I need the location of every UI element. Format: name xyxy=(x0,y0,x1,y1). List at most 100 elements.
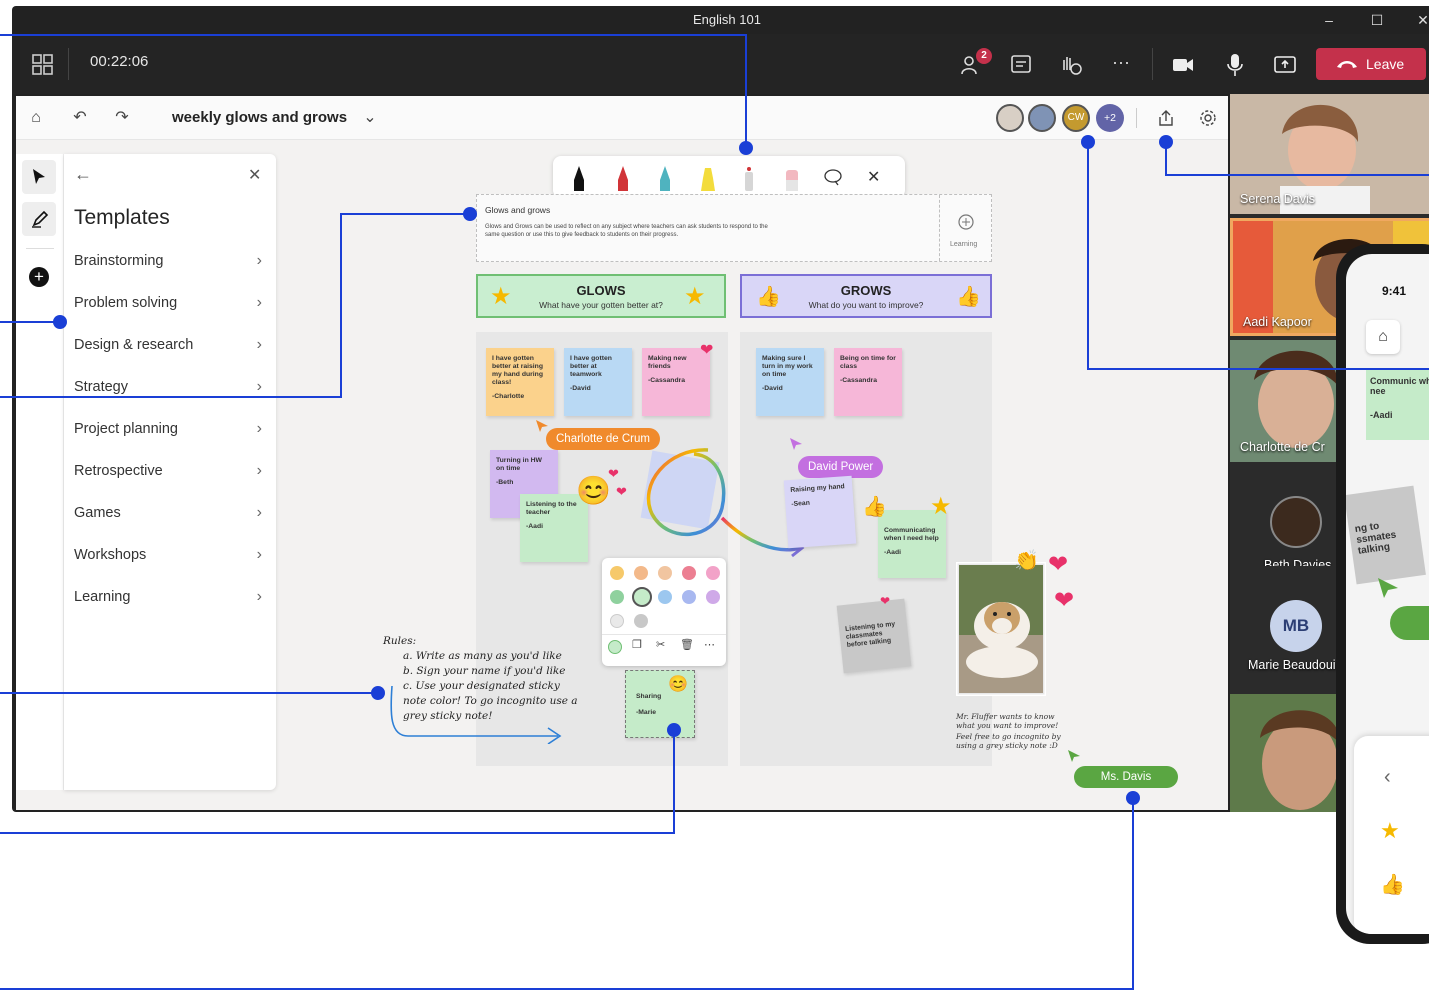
whiteboard-canvas[interactable]: ⌂ ↶ ↷ weekly glows and grows ⌄ CW +2 + ←… xyxy=(16,96,1228,810)
delete-icon[interactable]: 🗑 xyxy=(680,638,694,651)
sticky-note[interactable]: Listening to my classmates before talkin… xyxy=(836,598,912,674)
phone-sticky-note[interactable]: ng to ssmates talking xyxy=(1346,485,1426,585)
more-participants-badge[interactable]: +2 xyxy=(1096,104,1124,132)
phone-home-icon[interactable]: ⌂ xyxy=(1366,320,1400,354)
close-panel-icon[interactable]: ✕ xyxy=(248,165,261,185)
color-swatch[interactable] xyxy=(706,566,720,580)
eraser-icon[interactable] xyxy=(783,164,801,192)
sticky-signature: -Cassandra xyxy=(840,377,878,384)
share-icon[interactable] xyxy=(1156,108,1176,128)
template-category-learning[interactable]: Learning › xyxy=(74,582,266,612)
sticky-note[interactable]: Making sure I turn in my work on time -Da… xyxy=(756,348,824,416)
window-titlebar: English 101 – ☐ ✕ xyxy=(12,6,1429,34)
avatar[interactable] xyxy=(1028,104,1056,132)
color-swatch[interactable] xyxy=(682,590,696,604)
avatar[interactable]: CW xyxy=(1062,104,1090,132)
select-tool[interactable] xyxy=(22,160,56,194)
leave-button[interactable]: Leave xyxy=(1316,48,1426,80)
emoji-face-icon: 😊 xyxy=(668,676,688,693)
template-category-brainstorming[interactable]: Brainstorming › xyxy=(74,246,266,276)
sticky-note[interactable]: Being on time for class -Cassandra xyxy=(834,348,902,416)
undo-icon[interactable]: ↶ xyxy=(70,108,90,128)
add-icon[interactable]: + xyxy=(29,267,49,287)
more-options-icon[interactable]: ··· xyxy=(1112,52,1130,73)
chevron-left-icon[interactable]: ‹ xyxy=(1384,766,1391,789)
callout-dot xyxy=(463,207,477,221)
layout-grid-icon[interactable] xyxy=(30,52,56,78)
cursor-name-tag: Ms. Davis xyxy=(1074,766,1178,788)
dog-photo[interactable] xyxy=(956,562,1046,696)
heart-icon: ❤ xyxy=(1048,551,1069,578)
close-toolbar-icon[interactable]: ✕ xyxy=(867,167,880,187)
home-icon[interactable]: ⌂ xyxy=(26,108,46,128)
color-swatch[interactable] xyxy=(682,566,696,580)
color-swatch[interactable] xyxy=(610,566,624,580)
callout-line xyxy=(0,396,340,398)
marketing-screenshot: English 101 – ☐ ✕ 00:22:06 2 ··· Leave ⌂… xyxy=(0,0,1429,991)
red-pen-icon[interactable] xyxy=(615,164,631,192)
callout-line xyxy=(0,988,1134,990)
template-category-games[interactable]: Games › xyxy=(74,498,266,528)
rainbow-pen-icon[interactable] xyxy=(657,164,673,192)
sticky-signature: -Aadi xyxy=(1370,410,1393,420)
glows-banner[interactable]: GLOWS What have your gotten better at? ★… xyxy=(476,274,726,318)
phone-sticky-note[interactable]: Communic when I nee -Aadi xyxy=(1366,370,1429,440)
copy-icon[interactable]: ❐ xyxy=(632,638,642,651)
callout-line xyxy=(340,213,342,398)
color-swatch[interactable] xyxy=(706,590,720,604)
settings-gear-icon[interactable] xyxy=(1198,108,1218,128)
divider xyxy=(602,634,726,635)
more-actions-icon[interactable]: ⋯ xyxy=(704,638,715,651)
sticky-signature: -Charlotte xyxy=(492,393,525,400)
sticky-note[interactable]: I have gotten better at teamwork -David xyxy=(564,348,632,416)
reactions-icon[interactable] xyxy=(1058,52,1084,78)
chevron-down-icon[interactable]: ⌄ xyxy=(360,108,380,128)
ink-tool[interactable] xyxy=(22,202,56,236)
whiteboard-title: weekly glows and grows xyxy=(172,109,348,126)
lasso-select-icon[interactable] xyxy=(823,168,843,186)
color-swatch[interactable] xyxy=(658,566,672,580)
template-category-retrospective[interactable]: Retrospective › xyxy=(74,456,266,486)
color-swatch[interactable] xyxy=(634,614,648,628)
sticky-text: Listening to the teacher xyxy=(526,501,577,516)
avatar[interactable] xyxy=(996,104,1024,132)
black-pen-icon[interactable] xyxy=(571,164,587,192)
emoji-face-icon: 😊 xyxy=(576,475,611,506)
color-swatch[interactable] xyxy=(610,614,624,628)
selected-sticky-note[interactable]: Sharing -Marie 😊 xyxy=(625,670,695,738)
redo-icon[interactable]: ↷ xyxy=(112,108,132,128)
camera-icon[interactable] xyxy=(1170,52,1196,78)
thumbs-up-icon[interactable]: 👍 xyxy=(1380,872,1405,897)
participant-tile[interactable]: Serena Davis xyxy=(1230,94,1429,214)
template-category-workshops[interactable]: Workshops › xyxy=(74,540,266,570)
cut-icon[interactable]: ✂ xyxy=(656,638,665,651)
sticky-note[interactable]: Raising my hand -Sean xyxy=(783,475,857,549)
color-swatch[interactable] xyxy=(610,590,624,604)
callout-dot xyxy=(1126,791,1140,805)
avatar xyxy=(1270,496,1322,548)
divider xyxy=(939,195,940,261)
chat-icon[interactable] xyxy=(1008,52,1034,78)
highlighter-icon[interactable] xyxy=(699,164,717,192)
template-category-design-research[interactable]: Design & research › xyxy=(74,330,266,360)
color-swatch[interactable] xyxy=(658,590,672,604)
template-title: Glows and grows xyxy=(485,205,551,215)
close-icon[interactable]: ✕ xyxy=(1408,6,1429,34)
grows-banner[interactable]: GROWS What do you want to improve? 👍 👍 xyxy=(740,274,992,318)
laser-pointer-icon[interactable] xyxy=(741,164,757,192)
star-icon[interactable]: ★ xyxy=(1380,818,1400,844)
share-screen-icon[interactable] xyxy=(1272,52,1298,78)
maximize-icon[interactable]: ☐ xyxy=(1362,6,1392,34)
sticky-note[interactable]: I have gotten better at raising my hand … xyxy=(486,348,554,416)
chevron-right-icon: › xyxy=(256,420,262,437)
template-category-project-planning[interactable]: Project planning › xyxy=(74,414,266,444)
menu-label: Games xyxy=(74,505,121,521)
color-swatch[interactable] xyxy=(634,566,648,580)
current-color-icon[interactable] xyxy=(608,640,622,654)
color-swatch-selected[interactable] xyxy=(632,587,652,607)
microphone-icon[interactable] xyxy=(1222,52,1248,78)
back-arrow-icon[interactable]: ← xyxy=(74,164,92,185)
template-header[interactable]: Glows and grows Glows and Grows can be u… xyxy=(476,194,992,262)
template-category-problem-solving[interactable]: Problem solving › xyxy=(74,288,266,318)
minimize-icon[interactable]: – xyxy=(1314,6,1344,34)
